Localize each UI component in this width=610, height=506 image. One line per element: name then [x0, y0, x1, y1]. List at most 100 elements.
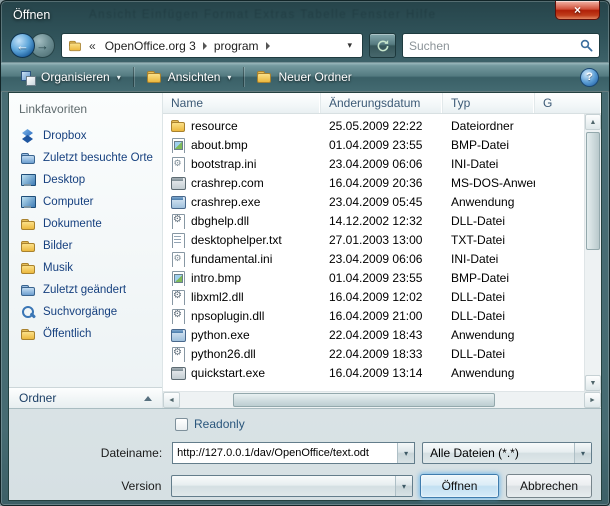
version-select[interactable]: ▾ [171, 475, 413, 497]
sidebar-item[interactable]: Bilder [9, 235, 162, 257]
refresh-button[interactable] [369, 33, 396, 58]
vertical-scroll-thumb[interactable] [586, 132, 600, 250]
horizontal-scroll-thumb[interactable] [233, 393, 496, 407]
refresh-icon [376, 39, 390, 53]
sidebar-item[interactable]: Computer [9, 191, 162, 213]
scroll-right-button[interactable]: ► [584, 392, 601, 408]
dialog-footer: Readonly Dateiname: ▾ Alle Dateien (*.*)… [9, 409, 601, 500]
file-name: python.exe [191, 328, 250, 342]
column-header-size[interactable]: G [535, 93, 601, 113]
file-row[interactable]: quickstart.exe 16.04.2009 13:14 Anwendun… [163, 363, 584, 382]
new-folder-button[interactable]: Neuer Ordner [247, 65, 360, 89]
views-label: Ansichten [168, 70, 221, 84]
column-header-date[interactable]: Änderungsdatum [321, 93, 443, 113]
file-type-icon [170, 137, 186, 153]
file-type: Anwendung [443, 366, 535, 380]
scroll-down-button[interactable]: ▼ [585, 375, 601, 391]
file-row[interactable]: resource 25.05.2009 22:22 Dateiordner [163, 116, 584, 135]
file-type-icon [170, 346, 186, 362]
file-name-cell: desktophelper.txt [163, 232, 321, 248]
organize-button[interactable]: Organisieren ▾ [11, 66, 130, 89]
address-dropdown-icon[interactable]: ▾ [340, 40, 359, 51]
readonly-option[interactable]: Readonly [175, 416, 592, 432]
file-type: MS-DOS-Anwend... [443, 176, 535, 190]
version-label: Version [18, 479, 171, 493]
sidebar-item-label: Dropbox [43, 130, 86, 142]
sidebar-item[interactable]: Dropbox [9, 125, 162, 147]
close-icon: × [574, 3, 581, 17]
scroll-up-button[interactable]: ▲ [585, 114, 601, 130]
sidebar-item[interactable]: Desktop [9, 169, 162, 191]
title-bar[interactable]: Öffnen Ansicht Einfügen Format Extras Ta… [1, 1, 609, 29]
file-name: npsoplugin.dll [191, 309, 264, 323]
file-row[interactable]: desktophelper.txt 27.01.2003 13:00 TXT-D… [163, 230, 584, 249]
version-row: Version ▾ Öffnen Abbrechen [18, 474, 592, 498]
scroll-left-button[interactable]: ◄ [163, 392, 180, 408]
new-folder-label: Neuer Ordner [278, 70, 351, 84]
sidebar-item[interactable]: Musik [9, 257, 162, 279]
file-row[interactable]: about.bmp 01.04.2009 23:55 BMP-Datei [163, 135, 584, 154]
sidebar-item[interactable]: Zuletzt besuchte Orte [9, 147, 162, 169]
sidebar-item[interactable]: Öffentlich [9, 323, 162, 345]
filetype-dropdown-button[interactable]: ▾ [574, 443, 591, 463]
file-name: crashrep.exe [191, 195, 260, 209]
file-name-cell: quickstart.exe [163, 365, 321, 381]
folders-expander[interactable]: Ordner [9, 387, 162, 408]
horizontal-scroll-track[interactable] [180, 392, 584, 408]
close-button[interactable]: × [555, 1, 600, 20]
address-breadcrumb-bar[interactable]: « OpenOffice.org 3 program ▾ [61, 33, 363, 58]
horizontal-scrollbar[interactable]: ◄ ► [163, 391, 601, 408]
version-dropdown-button[interactable]: ▾ [395, 476, 412, 496]
sidebar-item[interactable]: Dokumente [9, 213, 162, 235]
file-name: crashrep.com [191, 176, 264, 190]
file-row[interactable]: intro.bmp 01.04.2009 23:55 BMP-Datei [163, 268, 584, 287]
file-date: 23.04.2009 06:06 [321, 252, 443, 266]
breadcrumb-separator-icon[interactable] [203, 42, 207, 50]
back-button[interactable]: ← [10, 33, 35, 58]
file-name-cell: crashrep.com [163, 175, 321, 191]
breadcrumb-item-openoffice[interactable]: OpenOffice.org 3 [100, 35, 201, 56]
sidebar-item-label: Musik [43, 262, 73, 274]
column-header-row: Name Änderungsdatum Typ G [163, 93, 601, 114]
file-row[interactable]: npsoplugin.dll 16.04.2009 21:00 DLL-Date… [163, 306, 584, 325]
file-row[interactable]: crashrep.exe 23.04.2009 05:45 Anwendung [163, 192, 584, 211]
file-date: 27.01.2003 13:00 [321, 233, 443, 247]
filename-combobox[interactable]: ▾ [172, 442, 415, 464]
file-row[interactable]: fundamental.ini 23.04.2009 06:06 INI-Dat… [163, 249, 584, 268]
breadcrumb-item-program[interactable]: program [209, 35, 264, 56]
column-header-type[interactable]: Typ [443, 93, 535, 113]
breadcrumb-overflow-chevron[interactable]: « [85, 39, 100, 53]
organize-icon [20, 70, 35, 85]
address-folder-icon [68, 39, 82, 53]
help-button[interactable]: ? [580, 68, 599, 87]
file-row[interactable]: python26.dll 22.04.2009 18:33 DLL-Datei [163, 344, 584, 363]
readonly-checkbox[interactable] [175, 418, 188, 431]
views-icon [146, 69, 162, 85]
sidebar-item-icon [20, 194, 36, 210]
sidebar-item[interactable]: Zuletzt geändert [9, 279, 162, 301]
filetype-select[interactable]: Alle Dateien (*.*) ▾ [422, 442, 592, 464]
views-button[interactable]: Ansichten ▾ [137, 65, 241, 89]
file-row[interactable]: bootstrap.ini 23.04.2009 06:06 INI-Datei [163, 154, 584, 173]
cancel-button[interactable]: Abbrechen [506, 474, 592, 498]
file-row[interactable]: dbghelp.dll 14.12.2002 12:32 DLL-Datei [163, 211, 584, 230]
open-button[interactable]: Öffnen [420, 474, 499, 498]
breadcrumb-separator-icon[interactable] [266, 42, 270, 50]
organize-label: Organisieren [41, 70, 110, 84]
vertical-scroll-track[interactable] [585, 252, 601, 375]
file-name: dbghelp.dll [191, 214, 249, 228]
file-name-cell: about.bmp [163, 137, 321, 153]
filename-input[interactable] [173, 443, 397, 463]
file-row[interactable]: crashrep.com 16.04.2009 20:36 MS-DOS-Anw… [163, 173, 584, 192]
vertical-scrollbar[interactable]: ▲ ▼ [584, 114, 601, 391]
filename-dropdown-button[interactable]: ▾ [397, 443, 414, 463]
file-date: 01.04.2009 23:55 [321, 138, 443, 152]
search-box[interactable] [402, 33, 600, 58]
file-row[interactable]: libxml2.dll 16.04.2009 12:02 DLL-Datei [163, 287, 584, 306]
sidebar-item[interactable]: Suchvorgänge [9, 301, 162, 323]
navigation-bar: ← → « OpenOffice.org 3 program ▾ [1, 29, 609, 62]
open-dialog-window: Öffnen Ansicht Einfügen Format Extras Ta… [0, 0, 610, 506]
search-input[interactable] [409, 39, 576, 53]
file-row[interactable]: python.exe 22.04.2009 18:43 Anwendung [163, 325, 584, 344]
column-header-name[interactable]: Name [163, 93, 321, 113]
